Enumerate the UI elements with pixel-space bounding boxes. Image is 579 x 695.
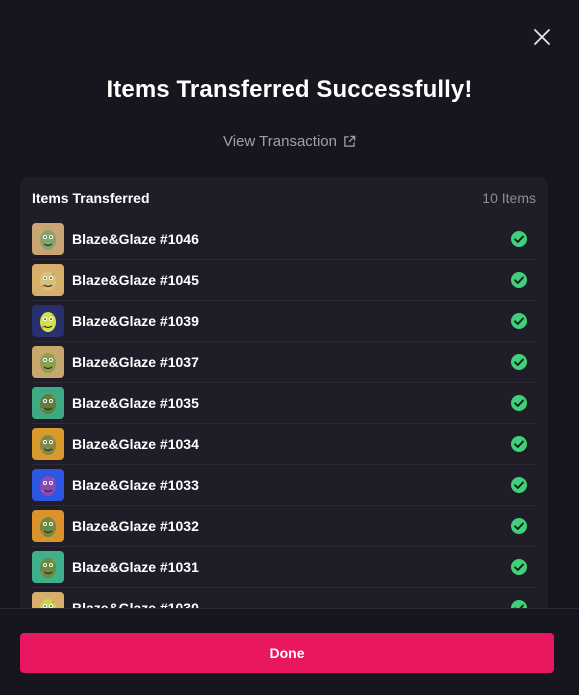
close-icon — [534, 29, 550, 45]
list-item: Blaze&Glaze #1031 — [32, 547, 536, 588]
items-list: Blaze&Glaze #1046 Blaze&Glaze #1045 Blaze&… — [20, 219, 548, 629]
list-item: Blaze&Glaze #1046 — [32, 219, 536, 260]
list-item: Blaze&Glaze #1035 — [32, 383, 536, 424]
items-count: 10 Items — [482, 190, 536, 206]
list-item: Blaze&Glaze #1045 — [32, 260, 536, 301]
nft-thumbnail — [32, 387, 64, 419]
check-circle-icon — [511, 354, 527, 370]
list-item: Blaze&Glaze #1034 — [32, 424, 536, 465]
nft-thumbnail — [32, 428, 64, 460]
nft-thumbnail — [32, 469, 64, 501]
modal-title: Items Transferred Successfully! — [106, 76, 473, 103]
nft-thumbnail — [32, 346, 64, 378]
nft-thumbnail — [32, 223, 64, 255]
nft-thumbnail — [32, 510, 64, 542]
modal-footer: Done — [0, 608, 579, 695]
done-button[interactable]: Done — [20, 633, 554, 673]
list-item: Blaze&Glaze #1033 — [32, 465, 536, 506]
check-circle-icon — [511, 477, 527, 493]
item-name: Blaze&Glaze #1033 — [72, 477, 199, 493]
item-name: Blaze&Glaze #1032 — [72, 518, 199, 534]
panel-header: Items Transferred 10 Items — [20, 177, 548, 219]
transfer-success-modal: Items Transferred Successfully! View Tra… — [0, 0, 579, 695]
check-circle-icon — [511, 395, 527, 411]
item-name: Blaze&Glaze #1046 — [72, 231, 199, 247]
check-circle-icon — [511, 231, 527, 247]
view-transaction-link[interactable]: View Transaction — [0, 133, 579, 150]
list-item: Blaze&Glaze #1032 — [32, 506, 536, 547]
list-item: Blaze&Glaze #1037 — [32, 342, 536, 383]
item-name: Blaze&Glaze #1031 — [72, 559, 199, 575]
check-circle-icon — [511, 559, 527, 575]
check-circle-icon — [511, 272, 527, 288]
check-circle-icon — [511, 518, 527, 534]
external-link-icon — [344, 135, 356, 147]
view-transaction-label: View Transaction — [223, 133, 337, 150]
nft-thumbnail — [32, 264, 64, 296]
list-item: Blaze&Glaze #1039 — [32, 301, 536, 342]
check-circle-icon — [511, 436, 527, 452]
check-circle-icon — [511, 313, 527, 329]
item-name: Blaze&Glaze #1035 — [72, 395, 199, 411]
item-name: Blaze&Glaze #1037 — [72, 354, 199, 370]
nft-thumbnail — [32, 551, 64, 583]
nft-thumbnail — [32, 305, 64, 337]
close-button[interactable] — [529, 24, 555, 50]
item-name: Blaze&Glaze #1034 — [72, 436, 199, 452]
item-name: Blaze&Glaze #1045 — [72, 272, 199, 288]
items-transferred-panel: Items Transferred 10 Items Blaze&Glaze #… — [20, 177, 548, 637]
panel-title: Items Transferred — [32, 190, 150, 206]
item-name: Blaze&Glaze #1039 — [72, 313, 199, 329]
